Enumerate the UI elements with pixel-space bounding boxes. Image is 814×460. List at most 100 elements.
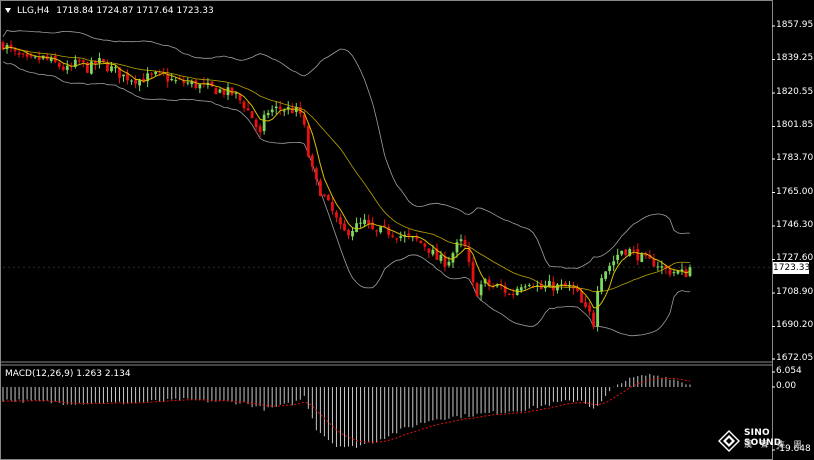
candle-body [620,250,624,255]
logo-subtext: 漢 聲 集 團 [744,440,805,449]
candle-body [588,305,591,312]
candle-body [254,119,258,128]
candle-body [270,109,274,113]
current-price-label: 1723.33 [773,262,811,274]
candle-body [21,53,25,55]
price-tick-label: 1672.05 [776,353,814,363]
candle-body [351,231,354,237]
candle-body [624,249,628,255]
candle-body [65,65,69,70]
candle-body [57,62,61,67]
candle-body [102,58,105,62]
price-tick-label: 1839.25 [776,53,814,64]
candle-body [459,239,463,242]
candle-body [282,110,286,112]
candle-body [250,111,254,119]
logo-emblem-icon [718,430,740,452]
candle-body [379,226,383,233]
candle-body [218,89,222,93]
price-tick-label: 1801.85 [776,120,814,131]
candle-body [507,293,511,295]
price-tick-label: 1857.95 [776,20,814,30]
candle-body [407,233,411,236]
candle-body [672,272,676,274]
candle-body [596,290,599,327]
candle-body [278,106,282,110]
candle-body [242,101,246,109]
candle-body [515,288,519,295]
candle-body [600,278,604,292]
candle-body [154,71,158,75]
candle-body [134,79,137,84]
candle-body [106,63,109,72]
candle-body [375,230,379,232]
candle-body [262,114,266,132]
candle-body [335,212,338,218]
candle-body [306,125,310,157]
candle-body [419,240,423,244]
candle-body [383,225,387,227]
candle-body [17,52,21,55]
candle-body [511,294,515,296]
symbol-label: LLG,H4 [17,6,50,16]
chart-border [0,0,773,460]
candle-body [608,265,612,272]
symbol-dropdown-icon[interactable] [5,8,11,13]
macd-tick-label: 0.00 [776,381,797,391]
bollinger-upper-line [2,29,690,269]
candle-body [37,57,41,60]
candle-body [584,302,587,307]
candle-body [423,243,427,247]
candle-body [604,271,608,279]
candle-body [431,249,435,255]
candle-body [274,106,278,109]
candle-body [479,284,483,296]
candle-body [266,112,270,116]
candle-body [150,73,154,75]
price-tick-label: 1765.00 [776,186,814,197]
candle-body [214,87,218,95]
candle-body [668,269,672,275]
candle-body [355,223,358,232]
candle-body [363,219,366,225]
candle-body [81,60,85,63]
price-tick-label: 1708.90 [776,286,814,297]
candle-body [198,84,202,89]
candle-body [77,60,81,62]
candle-body [359,222,362,224]
candle-body [527,284,531,286]
price-tick-label: 1820.55 [776,86,814,97]
candle-body [130,80,133,82]
price-tick-label: 1783.70 [776,153,814,163]
candle-body [636,249,640,261]
candle-body [612,261,616,266]
candle-body [580,290,583,303]
candle-body [114,67,117,69]
candle-body [447,261,451,266]
candle-body [186,82,190,84]
candle-body [323,194,326,196]
candle-body [327,195,330,201]
candle-body [640,253,644,262]
candle-body [98,58,101,63]
candle-body [399,236,403,239]
chart-canvas[interactable] [0,0,814,460]
candle-body [314,168,318,180]
macd-label: MACD(12,26,9) 1.263 2.134 [5,369,131,379]
candle-body [246,108,250,111]
candle-body [592,312,595,327]
candle-body [318,180,322,197]
candle-body [194,80,198,89]
price-tick-label: 1746.30 [776,219,814,230]
candle-body [471,262,475,283]
candle-body [25,53,29,57]
candle-body [122,74,125,77]
macd-tick-label: 6.054 [776,366,802,376]
candle-body [475,283,479,297]
candle-body [656,266,660,268]
price-tick-label: 1690.20 [776,320,814,331]
candle-body [170,78,174,81]
candle-body [61,66,65,70]
candle-body [519,287,523,291]
candle-body [258,126,262,133]
